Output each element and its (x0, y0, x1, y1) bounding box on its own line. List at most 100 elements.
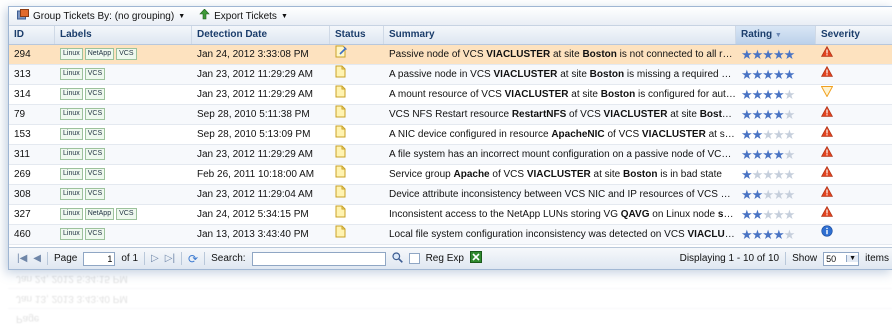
cell-labels: Linux VCS (55, 85, 192, 104)
table-row[interactable]: 79 Linux VCS Sep 28, 2010 5:11:38 PM VCS NFS… (9, 105, 892, 125)
last-page-icon[interactable]: ▷| (165, 253, 175, 264)
rating-stars[interactable]: ★★★★★ (736, 105, 816, 124)
error-icon (816, 65, 892, 84)
label-tag[interactable]: Linux (60, 168, 83, 181)
cell-labels: Linux VCS (55, 165, 192, 184)
cell-id: 460 (14, 229, 31, 240)
cell-id: 269 (14, 169, 31, 180)
cell-labels: Linux VCS (55, 145, 192, 164)
cell-detection-date: Jan 24, 2012 3:33:08 PM (197, 49, 309, 60)
cell-id: 294 (14, 49, 31, 60)
table-row[interactable]: 269 Linux VCS Feb 26, 2011 10:18:00 AM Servi… (9, 165, 892, 185)
column-header-status[interactable]: Status (330, 26, 384, 44)
cell-summary: VCS NFS Restart resource RestartNFS of V… (389, 109, 735, 120)
cell-labels: Linux VCS (55, 125, 192, 144)
cell-detection-date: Jan 23, 2012 11:29:04 AM (197, 189, 314, 200)
export-tickets-menu[interactable]: Export Tickets ▼ (199, 8, 288, 23)
label-tag[interactable]: Linux (60, 188, 83, 201)
cell-labels: Linux VCS (55, 225, 192, 244)
label-tag[interactable]: VCS (116, 48, 137, 61)
note-icon[interactable] (330, 65, 384, 84)
note-icon[interactable] (330, 185, 384, 204)
first-page-icon[interactable]: |◀ (17, 253, 27, 264)
cell-summary: Service group Apache of VCS VIACLUSTER a… (389, 169, 722, 180)
label-tag[interactable]: NetApp (84, 48, 115, 61)
column-header-detection-date[interactable]: Detection Date (192, 26, 330, 44)
error-icon (816, 105, 892, 124)
cell-labels: Linux VCS (55, 105, 192, 124)
label-tag[interactable]: NetApp (84, 208, 115, 221)
rating-stars[interactable]: ★★★★★ (736, 85, 816, 104)
note-icon[interactable] (330, 125, 384, 144)
rating-stars[interactable]: ★★★★★ (736, 45, 816, 64)
label-tag[interactable]: Linux (60, 68, 83, 81)
note-icon[interactable] (330, 205, 384, 224)
rating-stars[interactable]: ★★★★★ (736, 65, 816, 84)
rating-stars[interactable]: ★★★★★ (736, 185, 816, 204)
table-row[interactable]: 460 Linux VCS Jan 13, 2013 3:43:40 PM Local … (9, 225, 892, 245)
label-tag[interactable]: Linux (60, 228, 83, 241)
table-row[interactable]: 313 Linux VCS Jan 23, 2012 11:29:29 AM A pas… (9, 65, 892, 85)
column-header-severity[interactable]: Severity (816, 26, 892, 44)
label-tag[interactable]: VCS (84, 148, 106, 161)
label-tag[interactable]: VCS (84, 228, 106, 241)
note-icon[interactable] (330, 225, 384, 244)
column-header-summary[interactable]: Summary (384, 26, 736, 44)
search-input[interactable] (251, 251, 386, 266)
column-header-labels[interactable]: Labels (55, 26, 192, 44)
note-edit-icon[interactable] (330, 45, 384, 64)
label-tag[interactable]: VCS (84, 108, 106, 121)
note-icon[interactable] (330, 105, 384, 124)
cell-summary: A mount resource of VCS VIACLUSTER at si… (389, 89, 736, 100)
table-row[interactable]: 153 Linux VCS Sep 28, 2010 5:13:09 PM A NIC … (9, 125, 892, 145)
divider (47, 252, 48, 265)
label-tag[interactable]: Linux (60, 208, 83, 221)
note-icon[interactable] (330, 165, 384, 184)
table-row[interactable]: 314 Linux VCS Jan 23, 2012 11:29:29 AM A mou… (9, 85, 892, 105)
label-tag[interactable]: VCS (84, 168, 106, 181)
table-row[interactable]: 308 Linux VCS Jan 23, 2012 11:29:04 AM Devic… (9, 185, 892, 205)
label-tag[interactable]: Linux (60, 148, 83, 161)
label-tag[interactable]: Linux (60, 108, 83, 121)
label-tag[interactable]: VCS (84, 128, 106, 141)
rating-stars[interactable]: ★★★★★ (736, 125, 816, 144)
page-size-select[interactable]: 50 ▼ (823, 251, 860, 266)
label-tag[interactable]: VCS (84, 188, 106, 201)
error-icon (816, 125, 892, 144)
rating-stars[interactable]: ★★★★★ (736, 225, 816, 244)
regexp-checkbox[interactable] (408, 253, 420, 264)
table-row[interactable]: 311 Linux VCS Jan 23, 2012 11:29:29 AM A fil… (9, 145, 892, 165)
rating-stars[interactable]: ★★★★★ (736, 205, 816, 224)
label-tag[interactable]: VCS (84, 68, 106, 81)
cell-summary: A NIC device configured in resource Apac… (389, 129, 736, 140)
label-tag[interactable]: VCS (116, 208, 137, 221)
group-tickets-menu[interactable]: Group Tickets By: (no grouping) ▼ (17, 9, 185, 23)
divider (204, 252, 206, 265)
warning-icon (816, 85, 892, 104)
note-icon[interactable] (330, 145, 384, 164)
label-tag[interactable]: VCS (84, 88, 106, 101)
prev-page-icon[interactable]: ◀ (33, 253, 41, 264)
rating-stars[interactable]: ★★★★★ (736, 165, 816, 184)
refresh-icon[interactable]: ⟳ (188, 252, 198, 266)
table-row[interactable]: 294 Linux NetApp VCS Jan 24, 2012 3:33:08 PM… (9, 45, 892, 65)
grid-toolbar: Group Tickets By: (no grouping) ▼ Export… (9, 7, 892, 26)
search-icon[interactable] (391, 251, 403, 266)
column-header-rating[interactable]: Rating ▼ (736, 26, 816, 44)
excel-icon[interactable] (469, 251, 482, 266)
note-icon[interactable] (330, 85, 384, 104)
table-row[interactable]: 327 Linux NetApp VCS Jan 24, 2012 5:34:15 PM… (9, 205, 892, 225)
label-tag[interactable]: Linux (60, 48, 83, 61)
page-number-input[interactable] (83, 251, 116, 266)
column-header-id[interactable]: ID (9, 26, 55, 44)
cell-detection-date: Feb 26, 2011 10:18:00 AM (197, 169, 315, 180)
next-page-icon[interactable]: ▷ (151, 253, 159, 264)
cell-detection-date: Sep 28, 2010 5:13:09 PM (197, 129, 311, 140)
cell-detection-date: Jan 23, 2012 11:29:29 AM (197, 69, 314, 80)
cell-detection-date: Sep 28, 2010 5:11:38 PM (197, 109, 310, 120)
rating-stars[interactable]: ★★★★★ (736, 145, 816, 164)
info-icon (816, 225, 892, 244)
label-tag[interactable]: Linux (60, 128, 83, 141)
cell-summary: Local file system configuration inconsis… (389, 229, 736, 240)
label-tag[interactable]: Linux (60, 88, 83, 101)
